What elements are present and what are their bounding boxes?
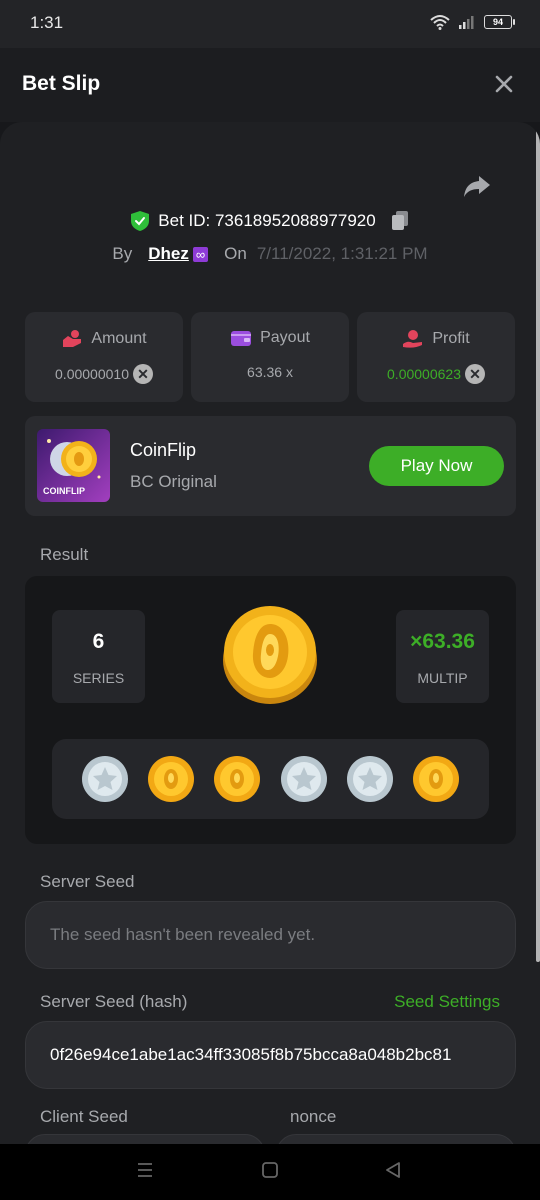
gold-coin-result-icon xyxy=(223,606,317,704)
multiplier-card: ×63.36 MULTIP xyxy=(396,610,489,703)
server-seed-label: Server Seed xyxy=(40,872,135,891)
back-icon[interactable] xyxy=(384,1162,402,1178)
series-value: 6 xyxy=(92,630,105,653)
on-label: On xyxy=(224,244,247,263)
bet-author-row: By Dhez ∞ On 7/11/2022, 1:31:21 PM xyxy=(0,244,540,264)
server-seed-hash-label: Server Seed (hash) xyxy=(40,992,188,1011)
profit-label: Profit xyxy=(432,330,470,347)
amount-icon xyxy=(63,330,82,347)
server-seed-field[interactable]: The seed hasn't been revealed yet. xyxy=(25,901,516,969)
bet-id-row: Bet ID: 73618952088977920 xyxy=(0,210,540,232)
bet-user-link[interactable]: Dhez xyxy=(148,244,189,264)
result-label: Result xyxy=(40,545,89,564)
wallet-icon xyxy=(231,331,252,346)
system-nav-bar xyxy=(0,1144,540,1200)
amount-value: 0.00000010 xyxy=(55,366,129,382)
server-seed-hash-field[interactable]: 0f26e94ce1abe1ac34ff33085f8b75bcca8a048b… xyxy=(25,1021,516,1089)
game-thumbnail[interactable]: COINFLIP xyxy=(37,429,110,502)
close-icon[interactable] xyxy=(494,74,514,94)
series-card: 6 SERIES xyxy=(52,610,145,703)
coinflip-logo-icon: COINFLIP xyxy=(43,439,101,496)
copy-icon[interactable] xyxy=(390,210,410,232)
status-bar: 1:31 94 xyxy=(0,0,540,48)
series-label: SERIES xyxy=(72,670,125,686)
status-time: 1:31 xyxy=(30,13,64,32)
signal-icon xyxy=(459,16,474,29)
currency-coin-icon: ✕ xyxy=(464,364,485,384)
seed-settings-link[interactable]: Seed Settings xyxy=(394,992,500,1012)
payout-label: Payout xyxy=(260,329,310,346)
multiplier-value: ×63.36 xyxy=(410,630,475,653)
nonce-field[interactable] xyxy=(276,1134,516,1144)
bet-id: Bet ID: 73618952088977920 xyxy=(158,211,376,230)
multiplier-label: MULTIP xyxy=(417,670,468,686)
amount-label: Amount xyxy=(91,330,147,347)
by-label: By xyxy=(112,244,133,263)
gold-coin-icon xyxy=(412,756,459,802)
game-provider: BC Original xyxy=(130,472,217,491)
gold-coin-icon xyxy=(214,756,261,802)
bet-slip-sheet: Bet ID: 73618952088977920 By Dhez ∞ On 7… xyxy=(0,122,540,1144)
shield-icon xyxy=(131,211,150,231)
profit-card: Profit 0.00000623 ✕ xyxy=(357,312,515,402)
amount-card: Amount 0.00000010 ✕ xyxy=(25,312,183,402)
silver-coin-icon xyxy=(82,756,129,802)
page-title: Bet Slip xyxy=(22,72,101,95)
share-icon[interactable] xyxy=(462,172,492,200)
battery-icon: 94 xyxy=(484,15,515,29)
gold-coin-icon xyxy=(148,756,195,802)
status-icons: 94 xyxy=(430,14,515,30)
wifi-icon xyxy=(430,15,450,30)
result-panel: 6 SERIES ×63.36 MULTIP xyxy=(25,576,516,844)
payout-card: Payout 63.36 x xyxy=(191,312,349,402)
thumbnail-caption: COINFLIP xyxy=(43,486,85,496)
client-seed-field[interactable] xyxy=(25,1134,265,1144)
menu-icon[interactable] xyxy=(136,1162,154,1178)
client-seed-label: Client Seed xyxy=(40,1107,128,1126)
payout-value: 63.36 x xyxy=(247,364,293,380)
profit-icon xyxy=(403,330,423,348)
user-badge: ∞ xyxy=(192,246,209,262)
bet-date: 7/11/2022, 1:31:21 PM xyxy=(256,244,428,263)
game-card: COINFLIP CoinFlip BC Original Play Now xyxy=(25,416,516,516)
home-icon[interactable] xyxy=(261,1162,279,1178)
silver-coin-icon xyxy=(346,756,393,802)
nonce-label: nonce xyxy=(290,1107,337,1126)
currency-coin-icon: ✕ xyxy=(132,364,153,384)
silver-coin-icon xyxy=(280,756,327,802)
game-name: CoinFlip xyxy=(130,440,197,460)
play-now-button[interactable]: Play Now xyxy=(369,446,504,486)
header: Bet Slip xyxy=(0,48,540,122)
coin-history-row xyxy=(52,739,489,819)
profit-value: 0.00000623 xyxy=(387,366,461,382)
